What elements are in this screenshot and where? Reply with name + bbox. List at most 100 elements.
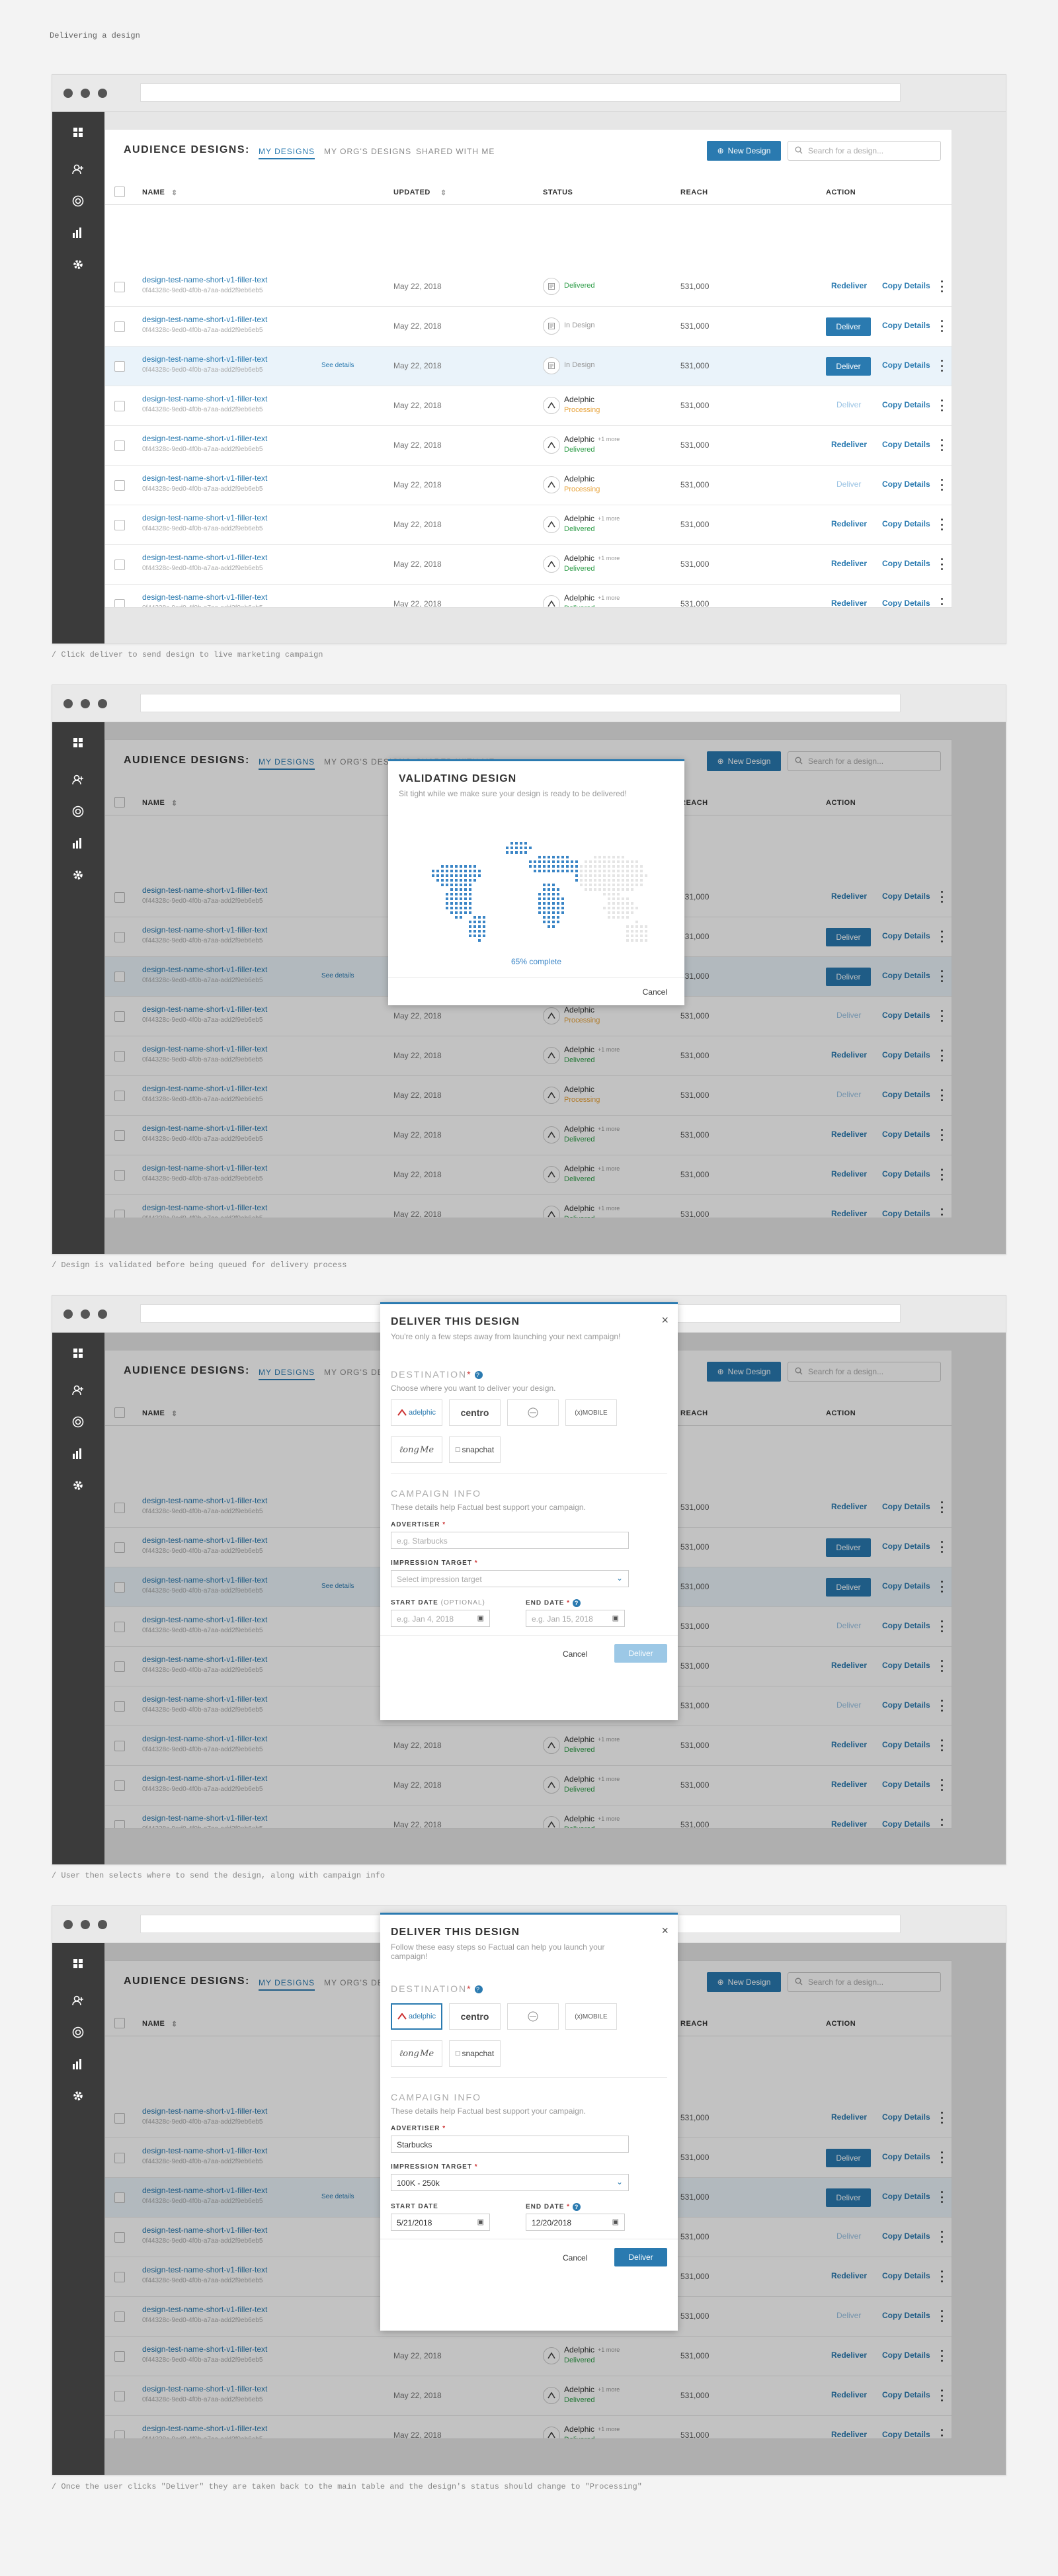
help-icon[interactable]: ? — [474, 1371, 483, 1380]
help-icon[interactable]: ? — [573, 2203, 581, 2211]
help-icon[interactable]: ? — [474, 1985, 483, 1994]
design-name-link[interactable]: design-test-name-short-v1-filler-text — [142, 553, 267, 562]
copy-details-link[interactable]: Copy Details — [882, 321, 930, 330]
tab-org-designs[interactable]: MY ORG'S DESIGNS — [324, 147, 411, 156]
target-icon[interactable] — [69, 1413, 87, 1431]
url-bar[interactable] — [140, 83, 901, 102]
kebab-icon[interactable] — [940, 519, 943, 530]
window-minimize-dot[interactable] — [81, 1309, 90, 1319]
window-zoom-dot[interactable] — [98, 89, 107, 98]
status-more[interactable]: +1 more — [598, 555, 620, 561]
kebab-icon[interactable] — [940, 558, 943, 570]
row-checkbox[interactable] — [114, 520, 125, 530]
window-zoom-dot[interactable] — [98, 1920, 107, 1929]
advertiser-field[interactable]: e.g. Starbucks — [391, 1532, 629, 1549]
bar-chart-icon[interactable] — [69, 1445, 87, 1462]
close-icon[interactable]: × — [661, 1924, 669, 1938]
cancel-button[interactable]: Cancel — [563, 2253, 587, 2263]
destination-logo-3[interactable] — [507, 2003, 559, 2030]
redeliver-link[interactable]: Redeliver — [831, 281, 867, 290]
adelphic-logo[interactable]: adelphic — [391, 1399, 442, 1426]
row-checkbox[interactable] — [114, 599, 125, 607]
col-updated[interactable]: UPDATED — [393, 188, 430, 196]
table-row[interactable]: design-test-name-short-v1-filler-text 0f4… — [105, 267, 952, 307]
sort-icon[interactable]: ⇕ — [171, 188, 178, 197]
window-close-dot[interactable] — [63, 699, 73, 708]
kebab-icon[interactable] — [940, 479, 943, 491]
grid-icon[interactable] — [69, 1345, 87, 1362]
xmobile-logo[interactable]: (x)MOBILE — [565, 1399, 617, 1426]
window-minimize-dot[interactable] — [81, 699, 90, 708]
kebab-icon[interactable] — [940, 360, 943, 372]
design-name-link[interactable]: design-test-name-short-v1-filler-text — [142, 593, 267, 602]
window-zoom-dot[interactable] — [98, 699, 107, 708]
row-checkbox[interactable] — [114, 321, 125, 332]
kebab-icon[interactable] — [940, 439, 943, 451]
xmobile-logo[interactable]: (x)MOBILE — [565, 2003, 617, 2030]
snapchat-logo[interactable]: □ snapchat — [449, 2040, 501, 2067]
row-checkbox[interactable] — [114, 361, 125, 372]
see-details-link[interactable]: See details — [321, 362, 354, 369]
row-checkbox[interactable] — [114, 401, 125, 411]
tab-shared-with-me[interactable]: SHARED WITH ME — [416, 147, 495, 156]
bar-chart-icon[interactable] — [69, 2056, 87, 2073]
design-name-link[interactable]: design-test-name-short-v1-filler-text — [142, 474, 267, 483]
centro-logo[interactable]: centro — [449, 1399, 501, 1426]
row-checkbox[interactable] — [114, 282, 125, 292]
centro-logo[interactable]: centro — [449, 2003, 501, 2030]
snapchat-logo[interactable]: □ snapchat — [449, 1436, 501, 1463]
table-row[interactable]: design-test-name-short-v1-filler-text 0f4… — [105, 307, 952, 347]
gear-icon[interactable] — [69, 1477, 87, 1494]
advertiser-field[interactable]: Starbucks — [391, 2136, 629, 2153]
table-row[interactable]: design-test-name-short-v1-filler-text 0f4… — [105, 505, 952, 545]
bar-chart-icon[interactable] — [69, 224, 87, 241]
cancel-button[interactable]: Cancel — [563, 1649, 587, 1659]
kebab-icon[interactable] — [940, 280, 943, 292]
copy-details-link[interactable]: Copy Details — [882, 400, 930, 409]
copy-details-link[interactable]: Copy Details — [882, 519, 930, 528]
tab-my-designs[interactable]: MY DESIGNS — [259, 147, 315, 159]
design-name-link[interactable]: design-test-name-short-v1-filler-text — [142, 394, 267, 403]
status-more[interactable]: +1 more — [598, 595, 620, 601]
end-date-field[interactable]: 12/20/2018 ▣ — [526, 2214, 625, 2231]
impression-target-select[interactable]: Select impression target ⌄ — [391, 1570, 629, 1587]
adelphic-logo[interactable]: adelphic — [391, 2003, 442, 2030]
bar-chart-icon[interactable] — [69, 835, 87, 852]
target-icon[interactable] — [69, 2024, 87, 2041]
design-name-link[interactable]: design-test-name-short-v1-filler-text — [142, 513, 267, 522]
url-bar[interactable] — [140, 694, 901, 712]
gear-icon[interactable] — [69, 256, 87, 273]
gear-icon[interactable] — [69, 866, 87, 884]
add-user-icon[interactable] — [69, 771, 87, 788]
longme-logo[interactable]: ℓong Me — [391, 2040, 442, 2067]
longme-logo[interactable]: ℓong Me — [391, 1436, 442, 1463]
copy-details-link[interactable]: Copy Details — [882, 599, 930, 607]
table-row[interactable]: design-test-name-short-v1-filler-text 0f4… — [105, 585, 952, 607]
row-checkbox[interactable] — [114, 480, 125, 491]
close-icon[interactable]: × — [661, 1313, 669, 1327]
start-date-field[interactable]: e.g. Jan 4, 2018 ▣ — [391, 1610, 490, 1627]
row-checkbox[interactable] — [114, 560, 125, 570]
grid-icon[interactable] — [69, 734, 87, 751]
table-row[interactable]: design-test-name-short-v1-filler-text 0f4… — [105, 545, 952, 585]
add-user-icon[interactable] — [69, 1992, 87, 2009]
deliver-submit-button[interactable]: Deliver — [614, 2248, 667, 2266]
sort-icon[interactable]: ⇕ — [440, 188, 447, 197]
window-close-dot[interactable] — [63, 1920, 73, 1929]
gear-icon[interactable] — [69, 2087, 87, 2104]
redeliver-link[interactable]: Redeliver — [831, 519, 867, 528]
kebab-icon[interactable] — [940, 320, 943, 332]
end-date-field[interactable]: e.g. Jan 15, 2018 ▣ — [526, 1610, 625, 1627]
grid-icon[interactable] — [69, 124, 87, 141]
redeliver-link[interactable]: Redeliver — [831, 440, 867, 449]
table-row[interactable]: design-test-name-short-v1-filler-text 0f4… — [105, 386, 952, 426]
window-zoom-dot[interactable] — [98, 1309, 107, 1319]
window-minimize-dot[interactable] — [81, 1920, 90, 1929]
target-icon[interactable] — [69, 192, 87, 210]
grid-icon[interactable] — [69, 1955, 87, 1972]
table-row[interactable]: design-test-name-short-v1-filler-text 0f4… — [105, 347, 952, 386]
add-user-icon[interactable] — [69, 161, 87, 178]
impression-target-select[interactable]: 100K - 250k ⌄ — [391, 2174, 629, 2191]
window-close-dot[interactable] — [63, 1309, 73, 1319]
deliver-button[interactable]: Deliver — [826, 317, 871, 336]
